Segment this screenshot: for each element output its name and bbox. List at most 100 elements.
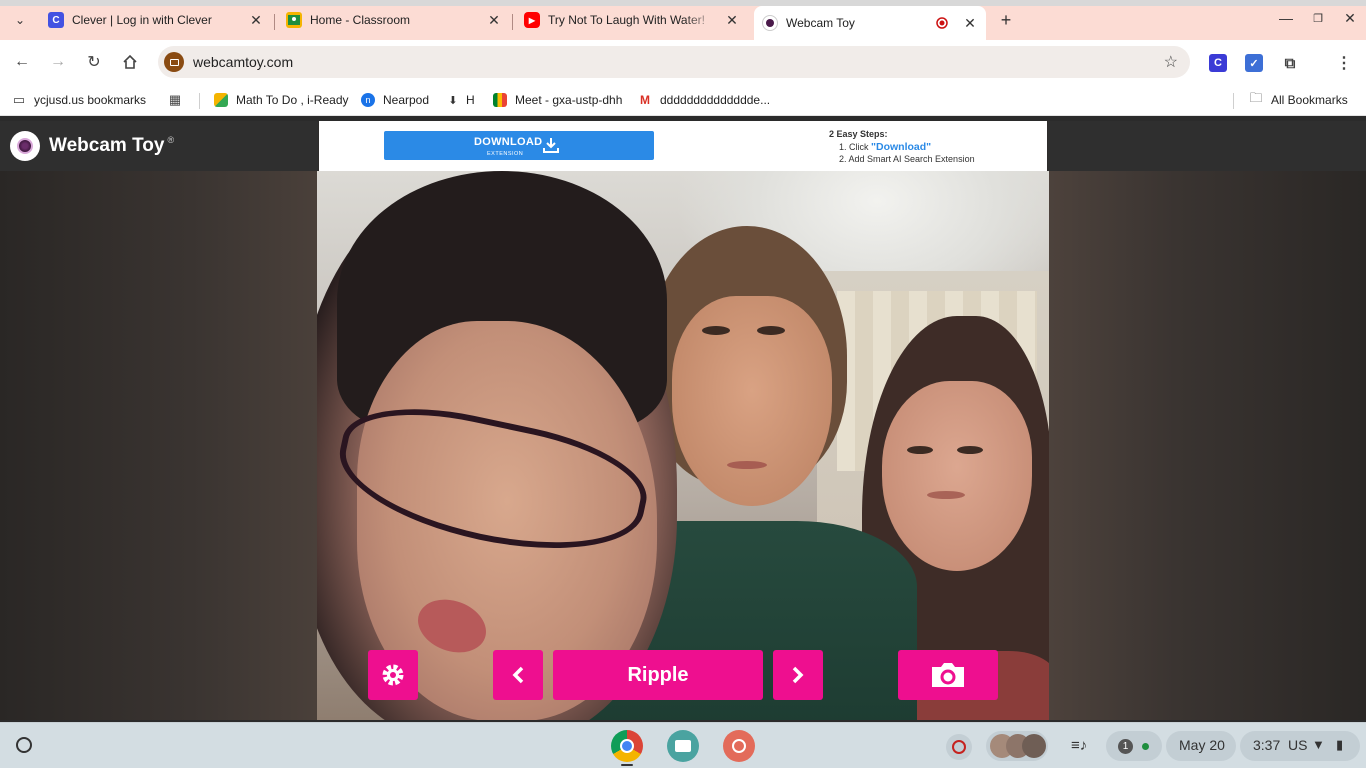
managed-folder-icon: ▭ <box>12 92 26 107</box>
bookmark-divider <box>199 93 200 109</box>
take-photo-button[interactable] <box>898 650 998 700</box>
meet-icon <box>493 93 507 107</box>
shield-extension-icon[interactable]: ✓ <box>1245 54 1263 72</box>
webcamtoy-logo-icon[interactable] <box>10 131 40 161</box>
all-bookmarks-button[interactable]: 🗀 All Bookmarks <box>1249 90 1347 108</box>
date-text: May 20 <box>1179 737 1225 753</box>
backdrop-right <box>1048 171 1366 720</box>
tab-strip: ⌄ C Clever | Log in with Clever ✕ Home -… <box>0 0 1366 40</box>
notification-pill[interactable]: 1 <box>1106 731 1162 761</box>
tab-title: Webcam Toy <box>786 16 855 30</box>
site-camera-icon[interactable] <box>164 52 184 72</box>
gmail-icon: M <box>640 93 650 107</box>
clock-text: 3:37 <box>1253 737 1281 753</box>
tab-classroom[interactable]: Home - Classroom ✕ <box>278 6 510 34</box>
backdrop-left <box>0 171 318 720</box>
site-header: Webcam Toy ® <box>0 121 318 171</box>
screen-record-icon[interactable] <box>946 734 972 760</box>
previous-effect-button[interactable] <box>493 650 543 700</box>
ad-steps-title: 2 Easy Steps: <box>829 129 888 139</box>
home-icon[interactable] <box>120 52 140 72</box>
effect-name-button[interactable]: Ripple <box>553 650 763 700</box>
menu-kebab-icon[interactable]: ⋮ <box>1335 54 1353 72</box>
header-right-filler <box>1048 121 1366 171</box>
capture-thumbnail[interactable] <box>1022 734 1046 758</box>
address-bar[interactable]: webcamtoy.com ☆ <box>158 46 1190 78</box>
tab-youtube[interactable]: ▶ Try Not To Laugh With Water! ✕ <box>516 6 748 34</box>
iready-icon <box>214 93 228 107</box>
site-brand[interactable]: Webcam Toy ® <box>49 135 174 157</box>
active-app-indicator <box>621 764 633 766</box>
ad-button-sublabel: EXTENSION <box>487 151 524 157</box>
bookmarks-bar: ▭ ycjusd.us bookmarks ▦ Math To Do , i-R… <box>0 84 1366 116</box>
camera-icon <box>932 663 964 687</box>
bookmark-label: ycjusd.us bookmarks <box>34 93 147 107</box>
close-tab-icon[interactable]: ✕ <box>724 12 740 28</box>
recording-icon <box>934 15 950 31</box>
bookmark-label: dddddddddddddde... <box>660 93 771 107</box>
browser-toolbar: ← → ↻ webcamtoy.com ☆ C ✓ ⧉ ⋮ <box>0 40 1366 84</box>
ad-download-button[interactable]: DOWNLOAD EXTENSION <box>384 131 654 160</box>
chevron-left-icon <box>512 666 524 684</box>
bookmark-item[interactable]: ⬇ H <box>446 92 474 108</box>
tab-title: Home - Classroom <box>310 13 411 27</box>
ad-banner[interactable]: DOWNLOAD EXTENSION 2 Easy Steps: 1. Clic… <box>319 121 1047 171</box>
bookmark-item[interactable]: Math To Do , i-Ready <box>214 92 349 108</box>
status-dot-icon <box>1142 743 1149 750</box>
bookmark-item[interactable]: ▭ ycjusd.us bookmarks <box>12 92 146 108</box>
forward-icon[interactable]: → <box>48 52 68 72</box>
ad-step-1: 1. Click "Download" <box>839 140 932 153</box>
tab-search-button[interactable]: ⌄ <box>8 10 32 30</box>
tab-title: Try Not To Laugh With Water! <box>548 13 705 27</box>
canvas-app-icon[interactable] <box>723 730 755 762</box>
url-text[interactable]: webcamtoy.com <box>193 54 293 70</box>
bookmark-star-icon[interactable]: ☆ <box>1164 52 1178 72</box>
apps-grid-button[interactable]: ▦ <box>168 92 190 108</box>
back-icon[interactable]: ← <box>12 52 32 72</box>
bookmark-item[interactable]: M dddddddddddddde... <box>638 92 770 108</box>
media-controls-icon[interactable]: ≡♪ <box>1071 737 1087 754</box>
next-effect-button[interactable] <box>773 650 823 700</box>
clever-extension-icon[interactable]: C <box>1209 54 1227 72</box>
tab-clever[interactable]: C Clever | Log in with Clever ✕ <box>40 6 272 34</box>
close-window-icon[interactable]: ✕ <box>1340 8 1360 28</box>
minimize-icon[interactable]: — <box>1276 8 1296 28</box>
ad-button-label: DOWNLOAD <box>474 136 543 148</box>
tab-divider <box>512 14 513 30</box>
folder-icon: 🗀 <box>1249 90 1263 105</box>
bookmark-item[interactable]: Meet - gxa-ustp-dhh <box>493 92 622 108</box>
reload-icon[interactable]: ↻ <box>84 52 104 72</box>
close-tab-icon[interactable]: ✕ <box>248 12 264 28</box>
bookmark-label: Math To Do , i-Ready <box>236 93 349 107</box>
download-arrow-icon <box>543 138 559 153</box>
notification-count: 1 <box>1118 739 1133 754</box>
battery-icon: ▮ <box>1336 737 1344 752</box>
webcamtoy-icon <box>762 15 778 31</box>
ad-steps: 2 Easy Steps: 1. Click "Download" 2. Add… <box>829 128 975 166</box>
bookmark-item[interactable]: n Nearpod <box>361 92 429 108</box>
os-shelf: ≡♪ 1 May 20 3:37 US ▼ ▮ <box>0 722 1366 768</box>
bookmark-label: Nearpod <box>383 93 430 107</box>
status-area[interactable]: 3:37 US ▼ ▮ <box>1240 731 1360 761</box>
new-tab-button[interactable]: + <box>996 10 1016 30</box>
date-pill[interactable]: May 20 <box>1166 731 1236 761</box>
chrome-app-icon[interactable] <box>611 730 643 762</box>
close-tab-icon[interactable]: ✕ <box>486 12 502 28</box>
bookmark-label: Meet - gxa-ustp-dhh <box>515 93 623 107</box>
maximize-icon[interactable]: ❐ <box>1308 8 1328 28</box>
bookmark-divider <box>1233 93 1234 109</box>
tab-divider <box>274 14 275 30</box>
gear-icon <box>382 664 404 686</box>
extensions-puzzle-icon[interactable]: ⧉ <box>1281 54 1299 72</box>
locale-text: US <box>1288 737 1308 753</box>
tab-title: Clever | Log in with Clever <box>72 13 212 27</box>
launcher-icon[interactable] <box>16 737 32 753</box>
recent-captures[interactable] <box>986 731 1048 761</box>
tab-webcam-toy[interactable]: Webcam Toy ✕ <box>754 6 986 40</box>
settings-button[interactable] <box>368 650 418 700</box>
webcam-video-feed <box>317 171 1049 720</box>
close-tab-icon[interactable]: ✕ <box>962 15 978 31</box>
news-app-icon[interactable] <box>667 730 699 762</box>
classroom-icon <box>286 12 302 28</box>
apps-grid-icon: ▦ <box>168 92 182 107</box>
